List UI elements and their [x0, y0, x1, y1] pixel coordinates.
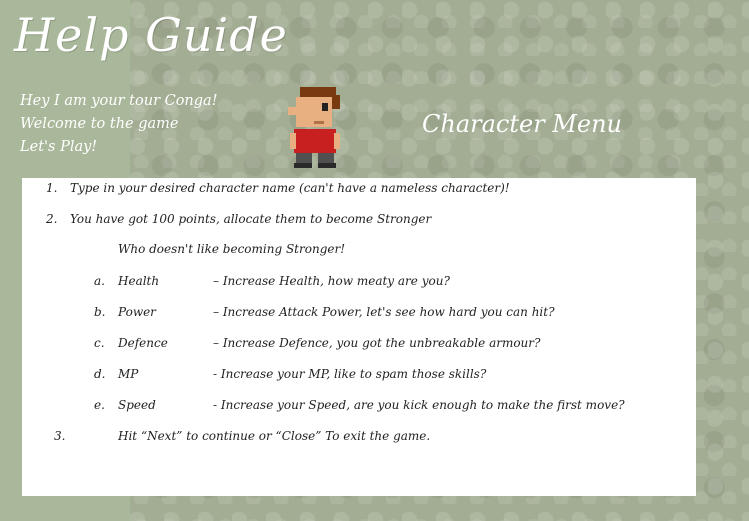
- stat-name: Power: [118, 305, 156, 319]
- page-title: Help Guide: [14, 8, 288, 62]
- section-title: Character Menu: [422, 110, 622, 138]
- step-number: 1.: [46, 181, 58, 195]
- step-text: You have got 100 points, allocate them t…: [70, 212, 432, 226]
- stat-name: MP: [118, 367, 139, 381]
- stat-letter: a.: [94, 274, 105, 288]
- intro-line: Hey I am your tour Conga!: [20, 93, 218, 109]
- stat-desc: – Increase Health, how meaty are you?: [213, 274, 450, 288]
- stat-desc: – Increase Attack Power, let's see how h…: [213, 305, 555, 319]
- stat-name: Speed: [118, 398, 156, 412]
- step-number: 2.: [46, 212, 58, 226]
- stat-desc: - Increase your Speed, are you kick enou…: [213, 398, 625, 412]
- stat-name: Health: [118, 274, 160, 288]
- step-number: 3.: [54, 429, 66, 443]
- intro-text: Hey I am your tour Conga! Welcome to the…: [20, 90, 218, 159]
- step-text: Hit “Next” to continue or “Close” To exi…: [118, 429, 431, 443]
- conga-character-sprite: [288, 87, 340, 168]
- intro-line: Welcome to the game: [20, 116, 179, 132]
- step-text: Type in your desired character name (can…: [70, 181, 510, 195]
- stat-desc: - Increase your MP, like to spam those s…: [213, 367, 487, 381]
- subtitle-text: Who doesn't like becoming Stronger!: [118, 242, 346, 256]
- stat-name: Defence: [118, 336, 168, 350]
- stat-letter: e.: [94, 398, 105, 412]
- intro-line: Let's Play!: [20, 139, 98, 155]
- help-panel: 1. Type in your desired character name (…: [22, 178, 696, 496]
- stat-letter: b.: [94, 305, 106, 319]
- stat-desc: – Increase Defence, you got the unbreaka…: [213, 336, 541, 350]
- stat-letter: d.: [94, 367, 106, 381]
- stat-letter: c.: [94, 336, 105, 350]
